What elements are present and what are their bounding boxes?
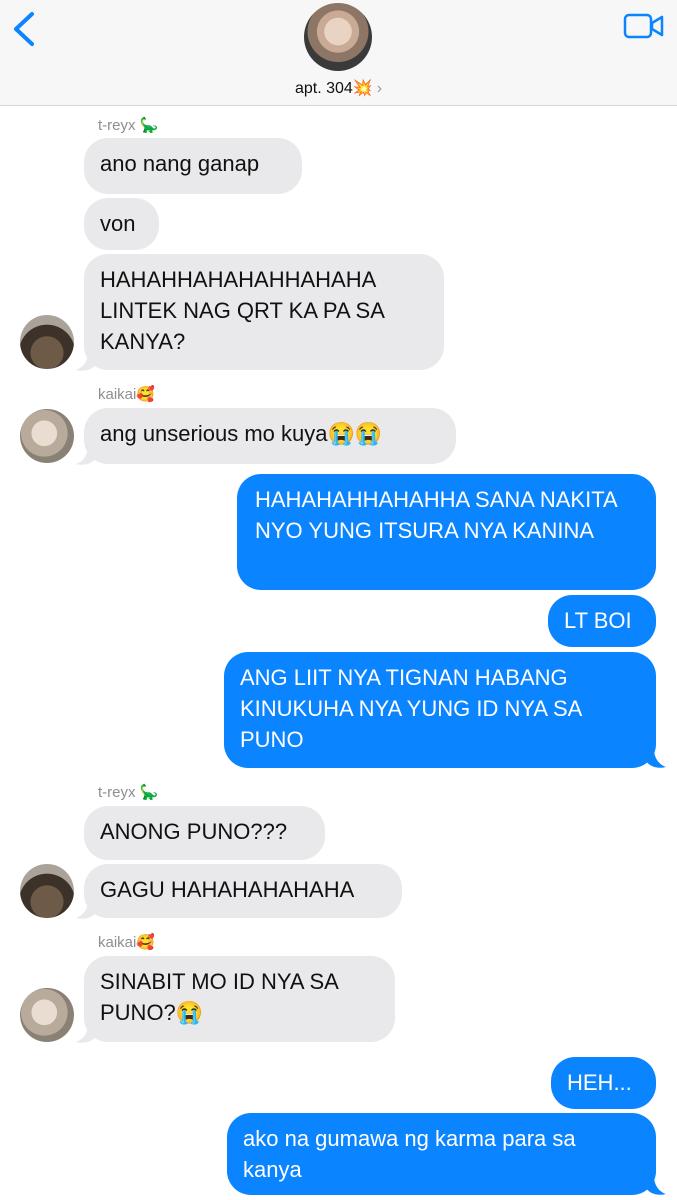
bubble-tail xyxy=(76,446,96,465)
avatar[interactable] xyxy=(20,315,74,369)
message-bubble-incoming[interactable]: ano nang ganap xyxy=(84,138,302,194)
message-bubble-incoming[interactable]: SINABIT MO ID NYA SA PUNO?😭 xyxy=(84,956,395,1042)
message-text: HEH... xyxy=(567,1070,632,1095)
message-bubble-incoming[interactable]: ang unserious mo kuya😭😭 xyxy=(84,408,456,464)
avatar[interactable] xyxy=(20,864,74,918)
bubble-tail xyxy=(76,1024,96,1043)
bubble-tail xyxy=(646,1176,666,1195)
message-text: ANONG PUNO??? xyxy=(100,819,288,844)
message-text: ang unserious mo kuya😭😭 xyxy=(100,421,383,446)
message-text: LT BOI xyxy=(564,608,632,633)
bubble-tail xyxy=(646,749,666,768)
message-text: HAHAHHAHAHAHHAHAHA LINTEK NAG QRT KA PA … xyxy=(100,267,384,354)
message-bubble-incoming[interactable]: HAHAHHAHAHAHHAHAHA LINTEK NAG QRT KA PA … xyxy=(84,254,444,370)
message-text: von xyxy=(100,211,136,236)
message-text: ako na gumawa ng karma para sa kanya xyxy=(243,1126,576,1182)
message-bubble-incoming[interactable]: ANONG PUNO??? xyxy=(84,806,325,860)
message-text: ANG LIIT NYA TIGNAN HABANG KINUKUHA NYA … xyxy=(240,665,582,752)
message-bubble-outgoing[interactable]: HAHAHAHHAHAHHA SANA NAKITA NYO YUNG ITSU… xyxy=(237,474,656,590)
avatar[interactable] xyxy=(20,409,74,463)
message-text: GAGU HAHAHAHAHAHA xyxy=(100,877,355,902)
chevron-left-icon[interactable] xyxy=(10,10,38,48)
message-bubble-outgoing[interactable]: LT BOI xyxy=(548,595,656,647)
message-bubble-incoming[interactable]: von xyxy=(84,198,159,250)
message-bubble-incoming[interactable]: GAGU HAHAHAHAHAHA xyxy=(84,864,402,918)
group-avatar[interactable] xyxy=(304,3,372,71)
message-bubble-outgoing[interactable]: ako na gumawa ng karma para sa kanya xyxy=(227,1113,656,1195)
sender-name: t-reyx 🦕 xyxy=(98,784,159,801)
avatar[interactable] xyxy=(20,988,74,1042)
bubble-tail xyxy=(76,352,96,371)
message-bubble-outgoing[interactable]: HEH... xyxy=(551,1057,656,1109)
message-text: SINABIT MO ID NYA SA PUNO?😭 xyxy=(100,969,338,1025)
chevron-right-icon: › xyxy=(376,80,383,97)
message-text: HAHAHAHHAHAHHA SANA NAKITA NYO YUNG ITSU… xyxy=(255,487,617,543)
video-camera-icon[interactable] xyxy=(623,12,665,40)
sender-name: t-reyx 🦕 xyxy=(98,117,159,134)
message-text: ano nang ganap xyxy=(100,151,260,176)
chat-header: apt. 304💥 › xyxy=(0,0,677,106)
bubble-tail xyxy=(76,900,96,919)
sender-name: kaikai🥰 xyxy=(98,934,156,951)
group-name[interactable]: apt. 304💥 › xyxy=(0,78,677,98)
sender-name: kaikai🥰 xyxy=(98,386,156,403)
group-name-label: apt. 304💥 xyxy=(294,80,373,97)
message-bubble-outgoing[interactable]: ANG LIIT NYA TIGNAN HABANG KINUKUHA NYA … xyxy=(224,652,656,768)
